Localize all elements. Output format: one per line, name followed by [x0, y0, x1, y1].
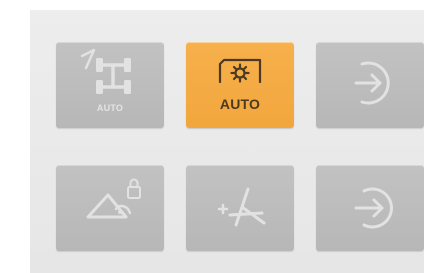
- auto-mode-label: AUTO: [219, 96, 261, 112]
- axle-auto-label: AUTO: [96, 103, 124, 113]
- arrow-in-circle-right-icon: [354, 61, 390, 105]
- implement-plus-button[interactable]: [186, 165, 294, 251]
- axle-steering-icon: [80, 48, 131, 94]
- enter-right-button[interactable]: [316, 42, 424, 128]
- arrow-in-circle-left-icon: [354, 187, 393, 229]
- implement-plus-icon: [217, 187, 266, 227]
- gear-in-frame-icon: [218, 58, 262, 84]
- enter-left-button[interactable]: [316, 165, 424, 251]
- control-panel: AUTO AUTO: [30, 10, 424, 273]
- axle-auto-button[interactable]: AUTO: [56, 42, 164, 128]
- hitch-lock-button[interactable]: [56, 165, 164, 251]
- implement-lock-icon: [86, 178, 141, 219]
- auto-mode-button[interactable]: AUTO: [186, 42, 294, 128]
